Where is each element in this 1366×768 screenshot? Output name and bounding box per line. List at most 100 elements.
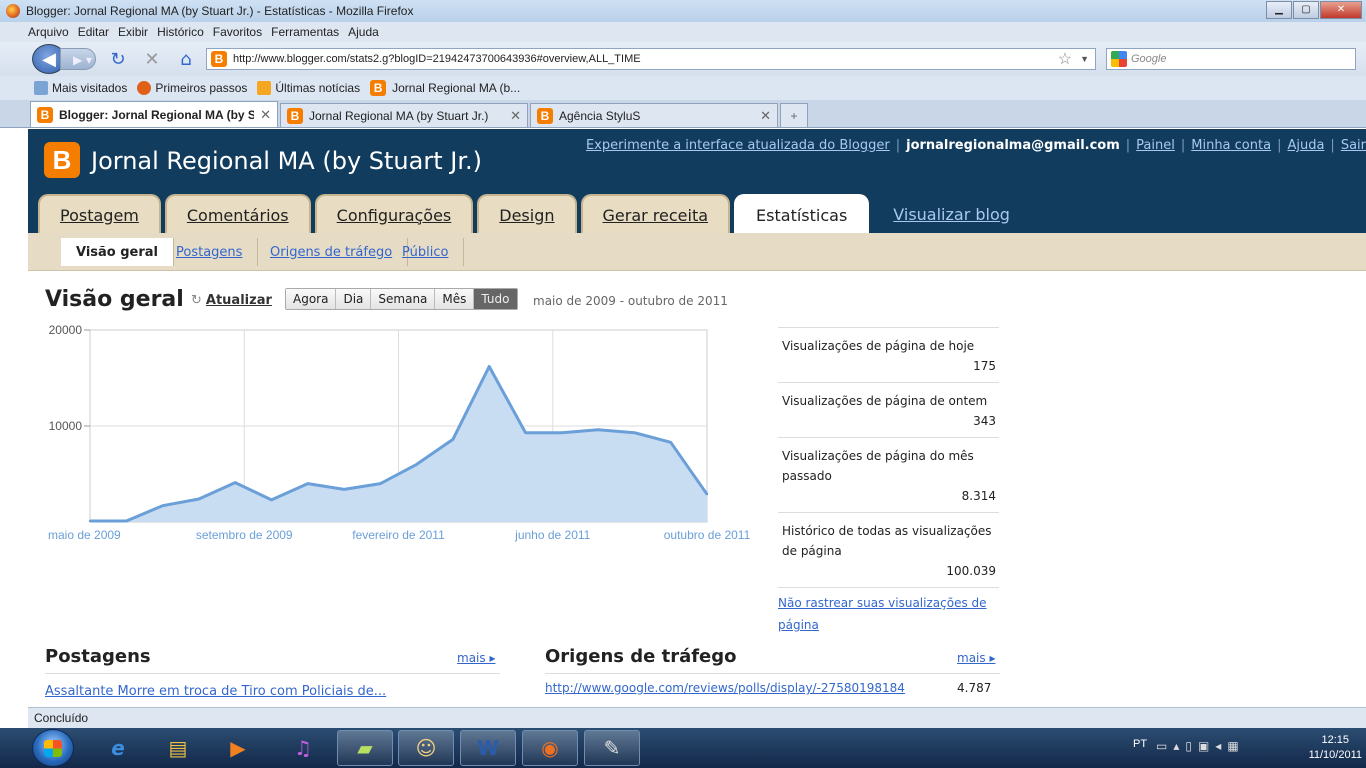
minha-conta-link[interactable]: Minha conta bbox=[1191, 138, 1271, 153]
blogger-logo-icon[interactable]: B bbox=[44, 142, 80, 178]
data-point bbox=[451, 438, 455, 441]
stat-value: 100.039 bbox=[946, 564, 996, 578]
menu-favoritos[interactable]: Favoritos bbox=[213, 25, 262, 39]
google-icon[interactable] bbox=[1111, 51, 1127, 67]
tab-close-icon[interactable]: ✕ bbox=[510, 108, 521, 124]
url-text[interactable]: http://www.blogger.com/stats2.g?blogID=2… bbox=[233, 53, 1058, 65]
menu-ajuda[interactable]: Ajuda bbox=[348, 25, 379, 39]
refresh-link[interactable]: Atualizar bbox=[206, 293, 272, 308]
traffic-more-link[interactable]: mais ▸ bbox=[957, 651, 995, 665]
bookmark-mais-visitados[interactable]: Mais visitados bbox=[34, 81, 127, 95]
bookmark-jornal-regional[interactable]: B Jornal Regional MA (b... bbox=[370, 80, 520, 96]
range-tudo-button[interactable]: Tudo bbox=[474, 289, 517, 309]
tab-design[interactable]: Design bbox=[477, 194, 577, 234]
maximize-button[interactable]: ▢ bbox=[1293, 1, 1319, 19]
ajuda-link[interactable]: Ajuda bbox=[1287, 138, 1324, 153]
subtab-origens-trafego[interactable]: Origens de tráfego bbox=[255, 238, 409, 266]
data-point bbox=[633, 431, 636, 434]
main-tabs: Postagem Comentários Configurações Desig… bbox=[38, 194, 1034, 234]
menu-historico[interactable]: Histórico bbox=[157, 25, 204, 39]
history-dropdown-icon[interactable]: ▼ bbox=[1080, 54, 1089, 64]
explorer-folder-icon[interactable]: ▤ bbox=[150, 730, 206, 766]
messenger-icon[interactable]: ☺ bbox=[398, 730, 454, 766]
data-point bbox=[306, 482, 309, 485]
tab-label: Postagem bbox=[60, 205, 139, 225]
start-button[interactable] bbox=[32, 729, 74, 767]
data-point bbox=[560, 431, 563, 434]
minimize-button[interactable]: ▁ bbox=[1266, 1, 1292, 19]
forward-button[interactable]: ▶ ▾ bbox=[60, 48, 96, 70]
divider bbox=[45, 673, 500, 674]
bookmark-icon bbox=[34, 81, 48, 95]
search-box[interactable]: Google bbox=[1106, 48, 1356, 70]
tab-comentarios[interactable]: Comentários bbox=[164, 194, 311, 234]
stats-summary: Visualizações de página de hoje 175 Visu… bbox=[778, 327, 999, 636]
range-dia-button[interactable]: Dia bbox=[336, 289, 372, 309]
painel-link[interactable]: Painel bbox=[1136, 138, 1175, 153]
firefox-taskbar-icon[interactable]: ◉ bbox=[522, 730, 578, 766]
stop-icon[interactable]: ✕ bbox=[140, 49, 164, 70]
internet-explorer-icon[interactable]: e bbox=[90, 730, 146, 766]
rss-icon bbox=[257, 81, 272, 95]
tab-close-icon[interactable]: ✕ bbox=[260, 107, 271, 123]
sticky-notes-icon[interactable]: ▰ bbox=[337, 730, 393, 766]
blog-title: Jornal Regional MA (by Stuart Jr.) bbox=[91, 147, 482, 175]
subtab-visao-geral[interactable]: Visão geral bbox=[61, 238, 175, 266]
paint-icon[interactable]: ✎ bbox=[584, 730, 640, 766]
data-point bbox=[379, 482, 382, 485]
stat-today: Visualizações de página de hoje 175 bbox=[778, 327, 999, 382]
tab-label: Blogger: Jornal Regional MA (by S... bbox=[59, 107, 255, 122]
window-titlebar: Blogger: Jornal Regional MA (by Stuart J… bbox=[0, 0, 1366, 22]
bookmark-primeiros-passos[interactable]: Primeiros passos bbox=[137, 81, 247, 95]
menu-ferramentas[interactable]: Ferramentas bbox=[271, 25, 339, 39]
traffic-section-title: Origens de tráfego bbox=[545, 646, 737, 667]
tab-blogger-stats[interactable]: B Blogger: Jornal Regional MA (by S... ✕ bbox=[30, 101, 278, 127]
range-semana-button[interactable]: Semana bbox=[371, 289, 436, 309]
data-point bbox=[488, 365, 491, 368]
refresh-control[interactable]: ↻ Atualizar bbox=[191, 293, 272, 308]
tab-close-icon[interactable]: ✕ bbox=[760, 108, 771, 124]
new-tab-button[interactable]: + bbox=[780, 103, 808, 127]
separator: | bbox=[1277, 138, 1282, 153]
tab-postagem[interactable]: Postagem bbox=[38, 194, 161, 234]
range-agora-button[interactable]: Agora bbox=[286, 289, 337, 309]
menu-exibir[interactable]: Exibir bbox=[118, 25, 148, 39]
search-placeholder[interactable]: Google bbox=[1131, 53, 1166, 65]
address-bar[interactable]: B http://www.blogger.com/stats2.g?blogID… bbox=[206, 48, 1096, 70]
tab-gerar-receita[interactable]: Gerar receita bbox=[580, 194, 731, 234]
stat-label: Visualizações de página de ontem bbox=[782, 394, 988, 408]
itunes-icon[interactable]: ♫ bbox=[275, 730, 331, 766]
media-player-icon[interactable]: ▶ bbox=[210, 730, 266, 766]
post-list-item[interactable]: Assaltante Morre em troca de Tiro com Po… bbox=[45, 684, 386, 699]
subtab-publico[interactable]: Público bbox=[387, 238, 465, 266]
bookmark-ultimas-noticias[interactable]: Últimas notícias bbox=[257, 81, 360, 95]
tab-visualizar-blog[interactable]: Visualizar blog bbox=[873, 194, 1030, 234]
menu-bar: Arquivo Editar Exibir Histórico Favorito… bbox=[0, 22, 1366, 42]
sair-link[interactable]: Sair bbox=[1341, 138, 1366, 153]
reload-icon[interactable]: ↻ bbox=[106, 49, 130, 70]
no-track-link[interactable]: Não rastrear suas visualizações de págin… bbox=[778, 587, 999, 636]
system-clock[interactable]: 12:15 11/10/2011 bbox=[1309, 733, 1362, 763]
bookmarks-bar: Mais visitados Primeiros passos Últimas … bbox=[0, 76, 1366, 100]
traffic-source-link[interactable]: http://www.google.com/reviews/polls/disp… bbox=[545, 681, 905, 695]
tab-configuracoes[interactable]: Configurações bbox=[314, 194, 474, 234]
close-button[interactable]: ✕ bbox=[1320, 1, 1362, 19]
menu-arquivo[interactable]: Arquivo bbox=[28, 25, 69, 39]
bookmark-star-icon[interactable]: ☆ bbox=[1058, 49, 1072, 69]
data-point bbox=[270, 498, 273, 502]
home-icon[interactable]: ⌂ bbox=[174, 49, 198, 70]
tray-icons[interactable]: ▭▴▯▣◂▦ bbox=[1156, 739, 1245, 753]
traffic-source-count: 4.787 bbox=[957, 681, 992, 695]
posts-more-link[interactable]: mais ▸ bbox=[457, 651, 495, 665]
navigation-toolbar: ◀ ▶ ▾ ↻ ✕ ⌂ B http://www.blogger.com/sta… bbox=[0, 42, 1366, 76]
range-mes-button[interactable]: Mês bbox=[435, 289, 475, 309]
try-new-interface-link[interactable]: Experimente a interface atualizada do Bl… bbox=[586, 138, 890, 153]
tab-estatisticas[interactable]: Estatísticas bbox=[734, 194, 870, 234]
tab-agencia-stylus[interactable]: B Agência StyluS ✕ bbox=[530, 103, 778, 127]
menu-editar[interactable]: Editar bbox=[78, 25, 109, 39]
word-icon[interactable]: W bbox=[460, 730, 516, 766]
subtab-postagens[interactable]: Postagens bbox=[161, 238, 259, 266]
language-indicator[interactable]: PT bbox=[1133, 738, 1147, 750]
refresh-icon[interactable]: ↻ bbox=[191, 293, 202, 308]
tab-jornal-regional[interactable]: B Jornal Regional MA (by Stuart Jr.) ✕ bbox=[280, 103, 528, 127]
